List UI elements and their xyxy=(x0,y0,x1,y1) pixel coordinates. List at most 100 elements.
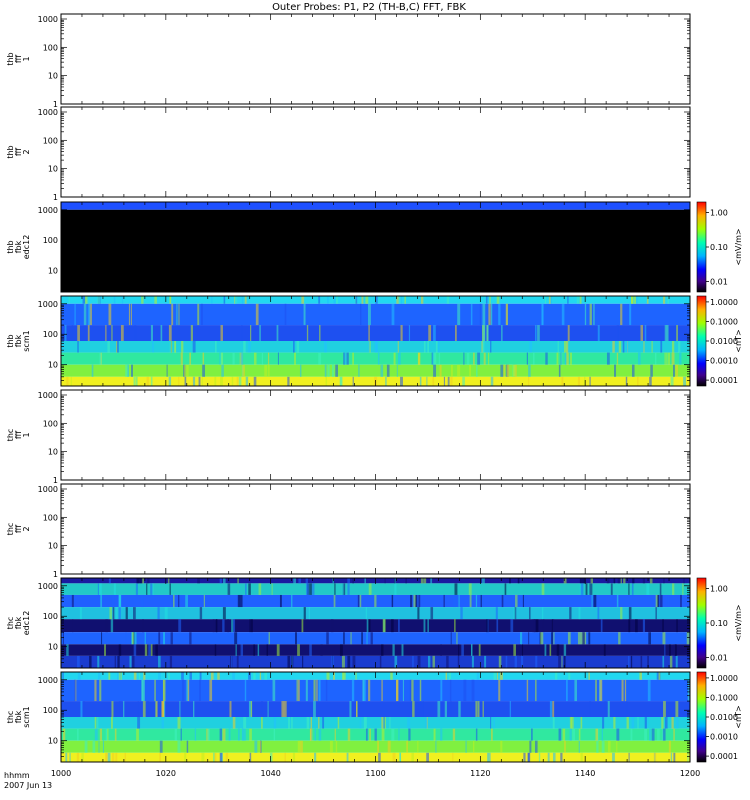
spectrogram-stripe xyxy=(217,672,220,680)
spectrogram-stripe xyxy=(237,594,240,608)
x-tick-label: 1140 xyxy=(575,769,595,778)
spectrogram-stripe xyxy=(640,655,643,668)
spectrogram-band xyxy=(61,619,690,633)
spectrogram-stripe xyxy=(397,341,399,353)
spectrogram-stripe xyxy=(398,728,400,741)
spectrogram-stripe xyxy=(105,728,108,741)
spectrogram-stripe xyxy=(446,296,450,304)
spectrogram-stripe xyxy=(614,364,617,377)
spectrogram-stripe xyxy=(549,701,553,717)
spectrogram-stripe xyxy=(325,679,328,702)
spectrogram-stripe xyxy=(437,341,440,353)
spectrogram-stripe xyxy=(662,655,665,668)
spectrogram-stripe xyxy=(500,364,504,377)
spectrogram-stripe xyxy=(326,632,329,645)
spectrogram-stripe xyxy=(292,752,296,762)
spectrogram-stripe xyxy=(319,325,321,341)
spectrogram-stripe xyxy=(118,701,122,717)
spectrogram-stripe xyxy=(616,728,620,741)
spectrogram-stripe xyxy=(543,644,545,656)
spectrogram-stripe xyxy=(668,740,671,753)
spectrogram-stripe xyxy=(336,296,338,304)
spectrogram-stripe xyxy=(588,632,591,645)
spectrogram-stripe xyxy=(589,583,593,595)
y-tick-label: 100 xyxy=(43,419,58,428)
spectrogram-stripe xyxy=(180,352,183,365)
spectrogram-stripe xyxy=(344,352,347,365)
spectrogram-stripe xyxy=(422,701,424,717)
spectrogram-stripe xyxy=(433,728,436,741)
spectrogram-stripe xyxy=(574,679,578,702)
spectrogram-stripe xyxy=(309,728,313,741)
spectrogram-stripe xyxy=(181,679,185,702)
spectrogram-stripe xyxy=(163,632,166,645)
spectrogram-stripe xyxy=(642,619,646,633)
spectrogram-stripe xyxy=(465,740,467,753)
spectrogram-stripe xyxy=(334,583,336,595)
spectrogram-stripe xyxy=(490,717,492,729)
spectrogram-stripe xyxy=(369,728,371,741)
spectrogram-stripe xyxy=(181,672,184,680)
spectrogram-stripe xyxy=(228,728,231,741)
spectrogram-stripe xyxy=(384,717,386,729)
spectrogram-stripe xyxy=(66,644,69,656)
spectrogram-stripe xyxy=(649,728,652,741)
spectrogram-stripe xyxy=(529,740,532,753)
spectrogram-stripe xyxy=(99,679,102,702)
spectrogram-stripe xyxy=(626,717,629,729)
spectrogram-stripe xyxy=(326,672,330,680)
spectrogram-stripe xyxy=(313,701,316,717)
spectrogram-stripe xyxy=(142,679,145,702)
spectrogram-stripe xyxy=(62,341,65,353)
panel-thb-fbk-scm1: 1.00000.10000.01000.00100.0001<nT>100010… xyxy=(6,295,743,387)
spectrogram-stripe xyxy=(68,296,70,304)
spectrogram-stripe xyxy=(113,583,116,595)
spectrogram-stripe xyxy=(157,607,160,620)
colorbar-tick-label: 0.10 xyxy=(710,619,728,628)
spectrogram-stripe xyxy=(629,303,632,326)
spectrogram-stripe xyxy=(214,644,217,656)
spectrogram-stripe xyxy=(550,296,552,304)
spectrogram-stripe xyxy=(192,341,196,353)
spectrogram-stripe xyxy=(569,728,572,741)
spectrogram-stripe xyxy=(119,672,122,680)
spectrogram-stripe xyxy=(150,583,153,595)
spectrogram-stripe xyxy=(142,619,144,633)
spectrogram-stripe xyxy=(115,752,118,762)
spectrogram-stripe xyxy=(606,352,610,365)
spectrogram-stripe xyxy=(531,728,533,741)
spectrogram-stripe xyxy=(77,655,80,668)
spectrogram-stripe xyxy=(114,655,116,668)
spectrogram-stripe xyxy=(558,364,561,377)
colorbar-tick-label: 1.00 xyxy=(710,584,728,593)
spectrogram-stripe xyxy=(450,632,452,645)
spectrogram-stripe xyxy=(365,607,368,620)
spectrogram-stripe xyxy=(469,594,472,608)
panel-ylabel: scm1 xyxy=(22,330,31,351)
y-tick-label: 1000 xyxy=(38,391,58,400)
spectrogram-stripe xyxy=(199,679,201,702)
spectrogram-stripe xyxy=(333,594,336,608)
spectrogram-stripe xyxy=(220,325,223,341)
spectrogram-stripe xyxy=(458,701,461,717)
spectrogram-stripe xyxy=(352,578,355,584)
spectrogram-stripe xyxy=(347,728,351,741)
spectrogram-stripe xyxy=(220,352,223,365)
spectrogram-stripe xyxy=(463,352,465,365)
spectrogram-stripe xyxy=(133,607,136,620)
spectrogram-stripe xyxy=(240,644,244,656)
spectrogram-stripe xyxy=(318,679,321,702)
y-tick-label: 10 xyxy=(48,448,58,457)
spectrogram-stripe xyxy=(471,644,473,656)
spectrogram-stripe xyxy=(150,325,153,341)
spectrogram-stripe xyxy=(259,740,262,753)
spectrogram-stripe xyxy=(428,325,432,341)
spectrogram-stripe xyxy=(616,325,619,341)
spectrogram-stripe xyxy=(658,672,661,680)
spectrogram-stripe xyxy=(105,619,108,633)
spectrogram-stripe xyxy=(675,644,677,656)
spectrogram-stripe xyxy=(567,632,571,645)
spectrogram-stripe xyxy=(160,325,163,341)
spectrogram-stripe xyxy=(92,740,96,753)
spectrogram-stripe xyxy=(610,583,613,595)
